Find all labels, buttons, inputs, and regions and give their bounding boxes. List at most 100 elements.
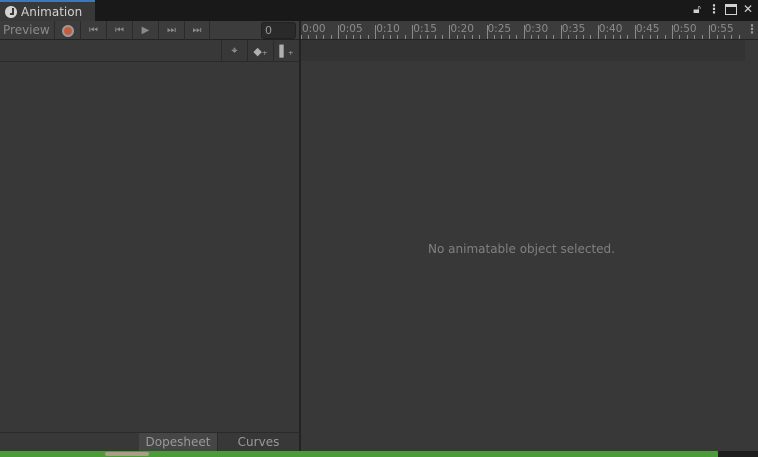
add-keyframe-icon: ◆₊ [253, 44, 268, 58]
minor-tick [582, 35, 584, 39]
timeline-tick-label: 0:35 [561, 23, 586, 35]
timeline-tick-label: 0:40 [598, 23, 623, 35]
minor-tick [397, 35, 399, 39]
minor-tick [649, 35, 651, 39]
minor-tick [501, 35, 503, 39]
record-button[interactable] [54, 21, 80, 40]
minor-tick [330, 35, 332, 39]
minor-tick [723, 35, 725, 39]
minor-tick [419, 35, 421, 39]
first-key-button[interactable]: ⏮︎ [80, 21, 106, 40]
minor-tick [716, 35, 718, 39]
minor-tick [553, 35, 555, 39]
minor-tick [434, 35, 436, 39]
timeline-tick-label: 0:25 [487, 23, 512, 35]
timeline-menu-icon[interactable]: ⋮ [746, 21, 758, 40]
minor-tick [686, 35, 688, 39]
minor-tick [538, 35, 540, 39]
timeline-tick-label: 0:10 [376, 23, 400, 35]
major-tick [486, 25, 488, 39]
minor-tick [441, 35, 443, 39]
minor-tick [642, 35, 644, 39]
minor-tick [545, 35, 547, 39]
major-tick [709, 25, 711, 39]
record-icon [61, 24, 74, 37]
major-tick [634, 25, 636, 39]
minor-tick [657, 35, 659, 39]
minor-tick [456, 35, 458, 39]
add-event-icon: ▌₊ [279, 44, 294, 58]
tab-dopesheet[interactable]: Dopesheet [139, 433, 217, 452]
minor-tick [471, 35, 473, 39]
timeline-tick-label: 0:30 [524, 23, 549, 35]
crosshair-icon: ⌖ [231, 44, 238, 57]
property-list [0, 62, 299, 432]
minor-tick [493, 35, 495, 39]
play-icon: ▶︎ [141, 25, 150, 36]
filter-by-selection-button[interactable]: ⌖ [221, 40, 247, 62]
window-tab-bar [0, 0, 758, 21]
skip-end-icon: ⏭︎ [192, 25, 202, 36]
status-bar-end [718, 451, 758, 457]
add-event-button[interactable]: ▌₊ [273, 40, 299, 62]
timeline-tick-label: 0:00 [302, 23, 326, 35]
minor-tick [345, 35, 347, 39]
minor-tick [590, 35, 592, 39]
minor-tick [694, 35, 696, 39]
minor-tick [531, 35, 533, 39]
view-mode-tabs: Dopesheet Curves [0, 432, 299, 452]
minor-tick [352, 35, 354, 39]
timeline-tick-label: 0:45 [635, 23, 660, 35]
dopesheet-area[interactable] [301, 61, 758, 451]
minor-tick [308, 35, 310, 39]
minor-tick [664, 35, 666, 39]
event-lane[interactable] [301, 40, 745, 61]
tab-title: Animation [21, 4, 83, 19]
minor-tick [731, 35, 733, 39]
minor-tick [390, 35, 392, 39]
add-keyframe-button[interactable]: ◆₊ [247, 40, 273, 62]
menu-icon[interactable]: ⋮ [707, 2, 721, 18]
tab-curves[interactable]: Curves [217, 433, 299, 452]
clip-toolbar: ⌖ ◆₊ ▌₊ [0, 40, 299, 62]
frame-field[interactable]: 0 [261, 22, 296, 39]
next-key-button[interactable]: ⏭︎ [158, 21, 184, 40]
minor-tick [464, 35, 466, 39]
close-icon[interactable]: ✕ [741, 2, 755, 18]
step-forward-icon: ⏭︎ [167, 25, 176, 36]
minor-tick [382, 35, 384, 39]
minor-tick [516, 35, 518, 39]
timeline-ruler[interactable]: ⋮ 0:00 0:05 0:10 0:15 0:20 0:25 0:30 0:35 0:40 0:… [301, 21, 758, 40]
minor-tick [427, 35, 429, 39]
maximize-icon[interactable] [725, 4, 737, 15]
minor-tick [575, 35, 577, 39]
minor-tick [568, 35, 570, 39]
step-back-icon: ⏮︎ [115, 25, 124, 36]
minor-tick [508, 35, 510, 39]
minor-tick [605, 35, 607, 39]
major-tick [301, 35, 302, 39]
major-tick [449, 25, 451, 39]
animation-tab[interactable]: Animation [0, 0, 95, 21]
minor-tick [323, 35, 325, 39]
animation-toolbar: Preview ⏮︎ ⏮︎ ▶︎ ⏭︎ ⏭︎ 0 [0, 21, 299, 40]
minor-tick [367, 35, 369, 39]
preview-button[interactable]: Preview [0, 21, 52, 40]
minor-tick [404, 35, 406, 39]
minor-tick [612, 35, 614, 39]
minor-tick [315, 35, 317, 39]
empty-message: No animatable object selected. [428, 242, 615, 256]
horizontal-scrollbar-thumb[interactable] [105, 452, 149, 456]
major-tick [672, 25, 673, 39]
minor-tick [627, 35, 629, 39]
prev-key-button[interactable]: ⏮︎ [106, 21, 132, 40]
major-tick [597, 25, 599, 39]
play-button[interactable]: ▶︎ [132, 21, 158, 40]
last-key-button[interactable]: ⏭︎ [184, 21, 210, 40]
clock-icon [5, 5, 17, 18]
major-tick [338, 25, 340, 39]
major-tick [412, 25, 414, 39]
lock-icon[interactable]: 🔓︎ [690, 2, 704, 18]
major-tick [523, 25, 525, 39]
timeline-tick-label: 0:55 [710, 23, 734, 35]
